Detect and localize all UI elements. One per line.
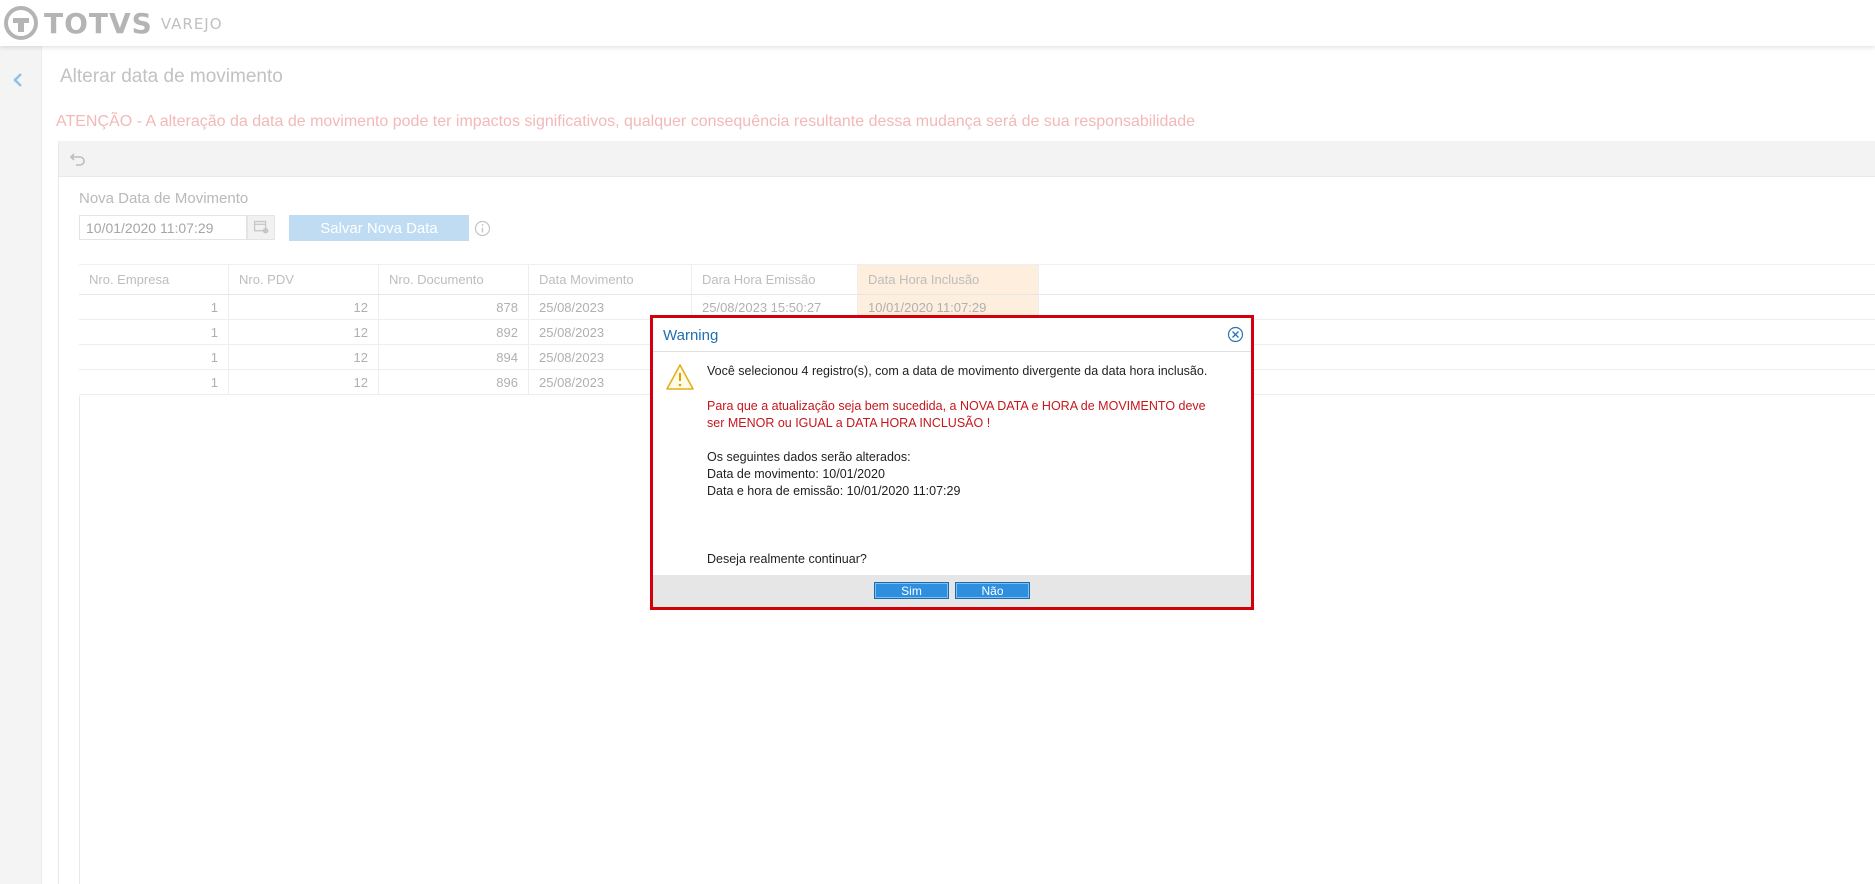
brand-name: TOTVS	[44, 6, 153, 40]
dialog-change-item: Data de movimento: 10/01/2020	[707, 467, 885, 481]
warning-triangle-icon	[666, 364, 694, 390]
totvs-logo-icon	[4, 6, 38, 40]
close-icon[interactable]	[1227, 326, 1244, 343]
table-cell: 12	[229, 345, 379, 369]
chevron-left-icon[interactable]	[8, 70, 28, 90]
table-cell: 896	[379, 370, 529, 394]
column-header[interactable]: Dara Hora Emissão	[692, 265, 858, 294]
brand-logo: TOTVS VAREJO	[4, 5, 223, 41]
table-cell: 12	[229, 320, 379, 344]
new-date-input[interactable]	[79, 215, 247, 240]
dialog-message: Você selecionou 4 registro(s), com a dat…	[707, 364, 1208, 378]
panel-toolbar	[59, 141, 1875, 177]
warning-dialog: Warning Você selecionou 4 registro(s), c…	[650, 315, 1254, 610]
table-cell: 878	[379, 295, 529, 319]
dialog-change-item: Data e hora de emissão: 10/01/2020 11:07…	[707, 484, 961, 498]
top-header: TOTVS VAREJO	[0, 0, 1875, 46]
no-button[interactable]: Não	[955, 582, 1030, 599]
brand-subtitle: VAREJO	[160, 15, 223, 33]
dialog-changes-intro: Os seguintes dados serão alterados:	[707, 450, 911, 464]
yes-button[interactable]: Sim	[874, 582, 949, 599]
table-cell: 12	[229, 370, 379, 394]
dialog-title: Warning	[663, 327, 719, 344]
table-cell: 1	[79, 345, 229, 369]
dialog-alert-line: ser MENOR ou IGUAL a DATA HORA INCLUSÃO …	[707, 416, 991, 430]
table-left-border	[79, 396, 80, 884]
warning-banner: ATENÇÃO - A alteração da data de movimen…	[56, 113, 1196, 130]
undo-icon[interactable]	[69, 150, 87, 168]
table-cell: 12	[229, 295, 379, 319]
table-cell: 1	[79, 320, 229, 344]
info-icon[interactable]	[474, 220, 491, 237]
table-cell: 892	[379, 320, 529, 344]
dialog-alert-line: Para que a atualização seja bem sucedida…	[707, 399, 1206, 413]
column-header[interactable]: Nro. Documento	[379, 265, 529, 294]
left-rail	[0, 46, 42, 884]
column-header[interactable]: Data Movimento	[529, 265, 692, 294]
save-new-date-button[interactable]: Salvar Nova Data	[289, 215, 469, 241]
table-cell: 1	[79, 295, 229, 319]
calendar-button[interactable]	[247, 215, 275, 240]
dialog-footer: Sim Não	[653, 575, 1251, 607]
column-header-highlighted[interactable]: Data Hora Inclusão	[858, 265, 1039, 294]
page-title: Alterar data de movimento	[60, 66, 283, 87]
table-header: Nro. Empresa Nro. PDV Nro. Documento Dat…	[79, 265, 1875, 295]
calendar-icon	[253, 220, 269, 234]
dialog-header: Warning	[653, 318, 1251, 352]
table-cell: 894	[379, 345, 529, 369]
new-date-label: Nova Data de Movimento	[79, 190, 249, 207]
table-cell: 1	[79, 370, 229, 394]
column-header[interactable]: Nro. PDV	[229, 265, 379, 294]
dialog-question: Deseja realmente continuar?	[707, 552, 867, 566]
column-header[interactable]: Nro. Empresa	[79, 265, 229, 294]
